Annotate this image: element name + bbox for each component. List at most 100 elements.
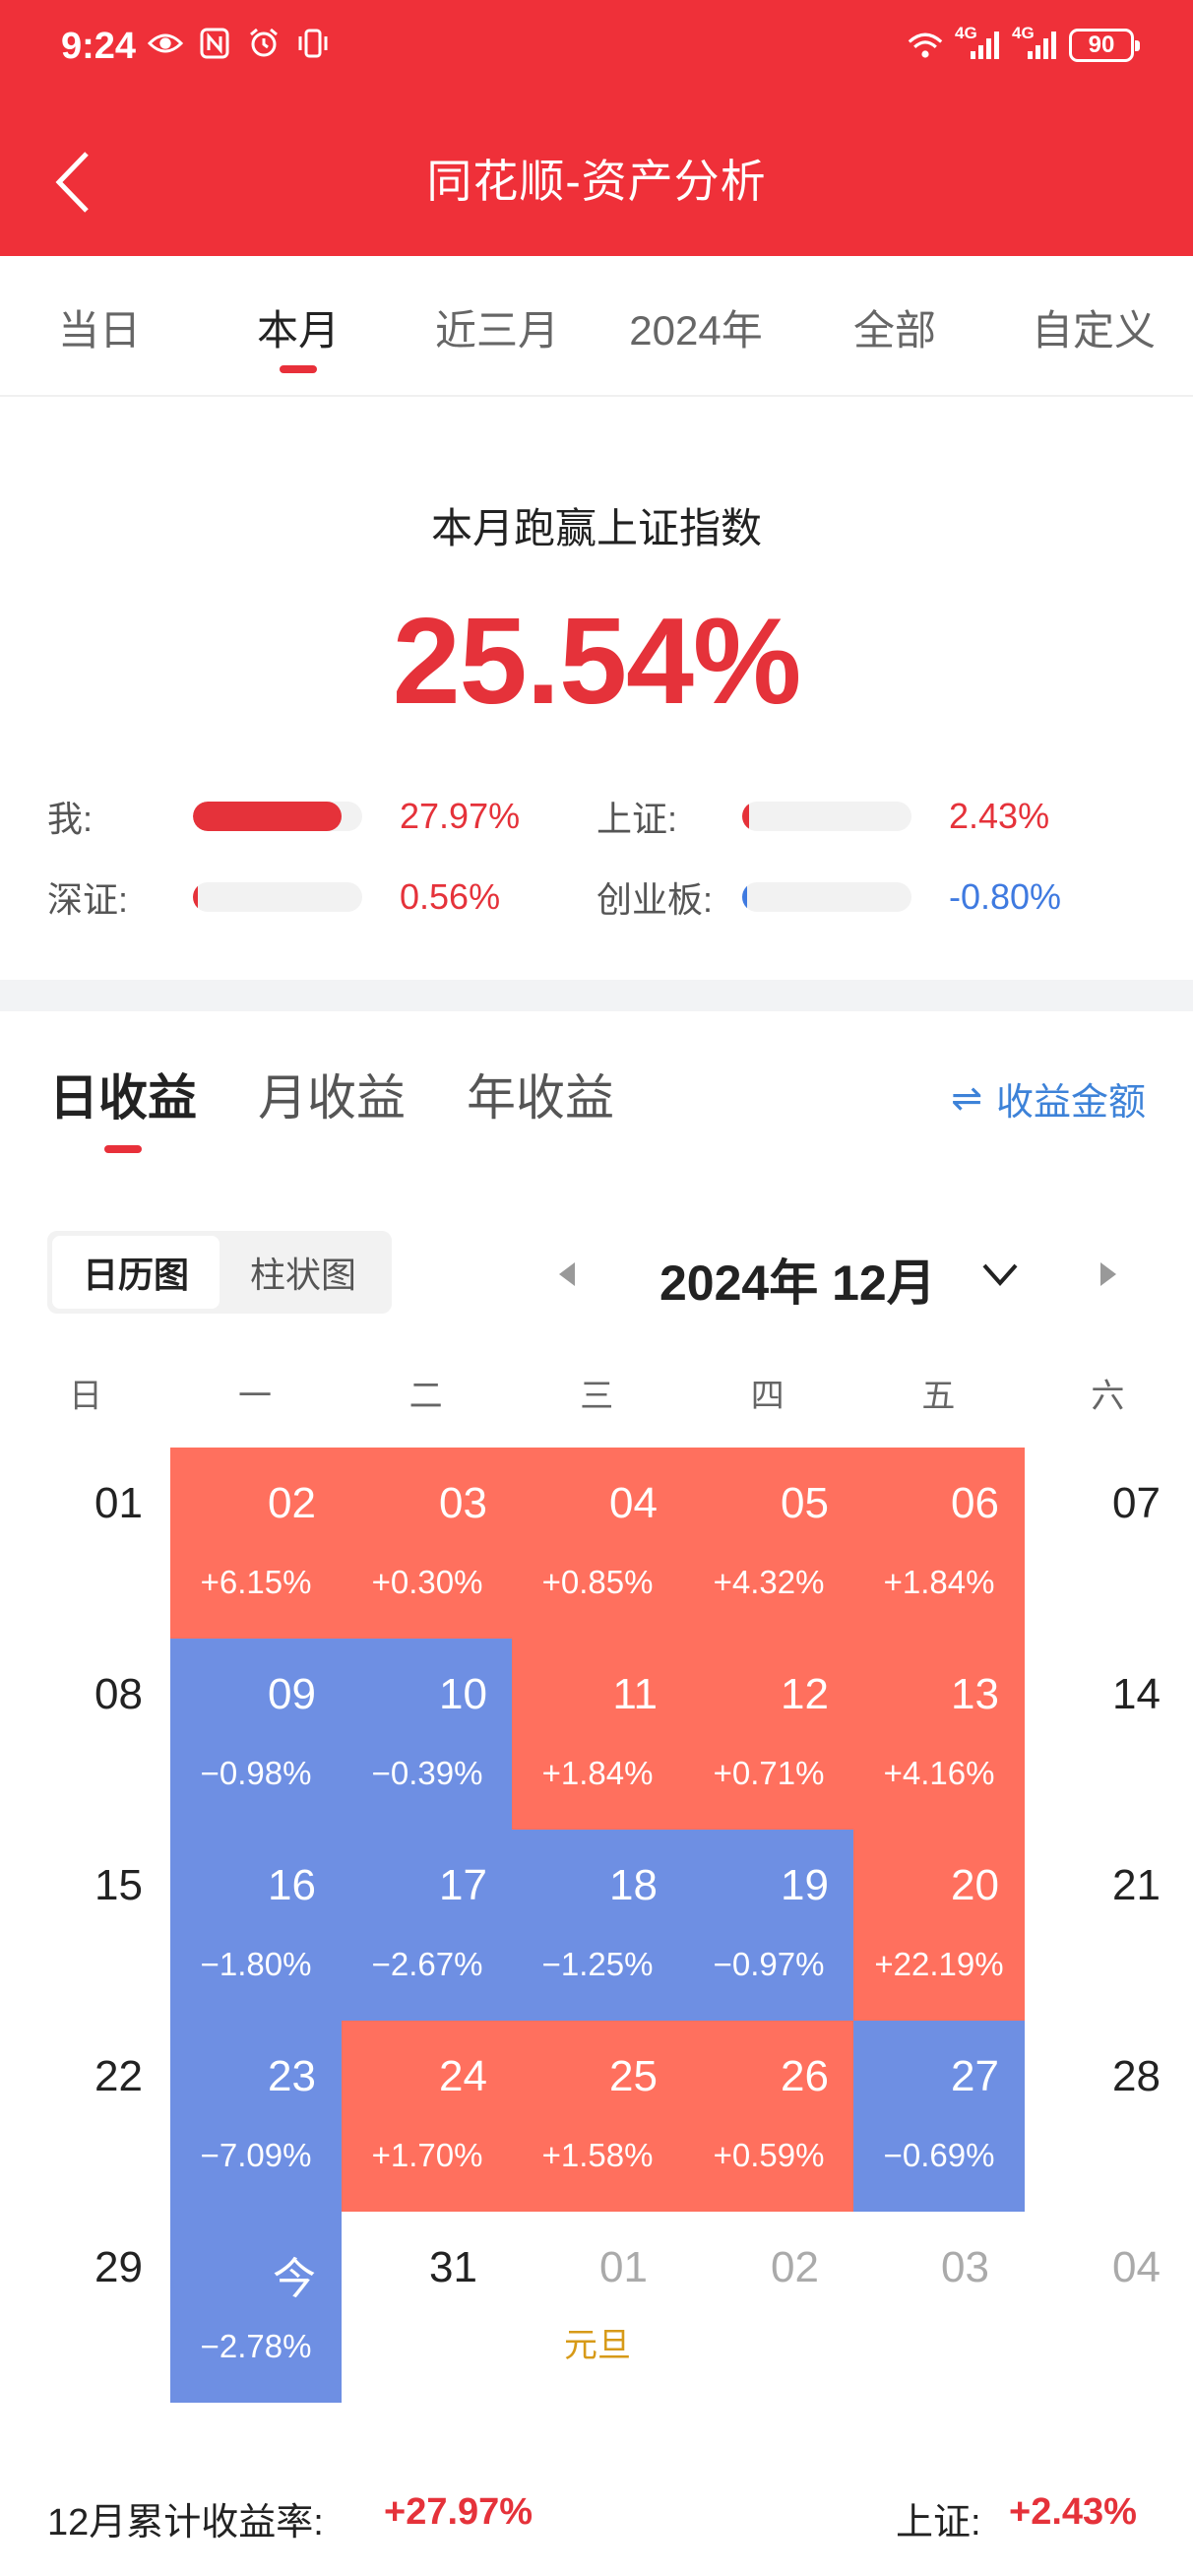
weekday-label: 三 bbox=[580, 1378, 614, 1415]
day-number: 29 bbox=[94, 2243, 143, 2291]
status-time: 9:24 bbox=[61, 26, 137, 67]
calendar-day[interactable]: 08 bbox=[0, 1639, 171, 1830]
summary-section: 本月跑赢上证指数 25.54% 我: 27.97% 上证: 2.43% 深证: … bbox=[0, 397, 1193, 980]
tab-this-month[interactable]: 本月 bbox=[199, 256, 398, 395]
day-number: 13 bbox=[951, 1670, 999, 1718]
day-number: 09 bbox=[268, 1670, 316, 1718]
calendar-day[interactable]: 03 bbox=[853, 2212, 1025, 2403]
cumulative-summary: 12月累计收益率: +27.97% 上证: +2.43% bbox=[0, 2491, 1193, 2576]
calendar-day[interactable]: 28 bbox=[1024, 2021, 1193, 2212]
calendar-day[interactable]: 20 +22.19% bbox=[853, 1830, 1025, 2021]
day-return: −0.98% bbox=[200, 1755, 312, 1791]
day-number: 19 bbox=[781, 1861, 829, 1909]
day-return: −0.69% bbox=[883, 2137, 995, 2173]
day-return: +1.84% bbox=[883, 1564, 995, 1600]
weekday-label: 二 bbox=[408, 1378, 443, 1415]
day-number: 06 bbox=[951, 1479, 999, 1527]
tab-three-months[interactable]: 近三月 bbox=[398, 256, 596, 395]
prev-month-button[interactable] bbox=[553, 1259, 583, 1289]
compare-bar-track bbox=[742, 882, 911, 912]
calendar-view-button[interactable]: 日历图 bbox=[52, 1236, 220, 1309]
tab-daily-return[interactable]: 日收益 bbox=[49, 1059, 197, 1153]
index-value: +2.43% bbox=[1009, 2491, 1137, 2533]
compare-bar-fill bbox=[742, 882, 748, 912]
network-type-2: 4G bbox=[1012, 24, 1035, 42]
next-month-button[interactable] bbox=[1093, 1259, 1122, 1289]
amount-toggle-button[interactable]: ⇌ 收益金额 bbox=[951, 1071, 1146, 1126]
cumulative-label: 12月累计收益率: bbox=[47, 2502, 324, 2544]
day-number: 04 bbox=[1112, 2243, 1161, 2291]
calendar-day[interactable]: 15 bbox=[0, 1830, 171, 2021]
calendar-day[interactable]: 22 bbox=[0, 2021, 171, 2212]
day-number: 08 bbox=[94, 1670, 143, 1718]
weekday-header: 日一二三四五六 bbox=[0, 1369, 1193, 1418]
calendar-day[interactable]: 16 −1.80% bbox=[170, 1830, 342, 2021]
calendar-day[interactable]: 12 +0.71% bbox=[683, 1639, 854, 1830]
bar-view-button[interactable]: 柱状图 bbox=[220, 1236, 387, 1309]
calendar-day[interactable]: 24 +1.70% bbox=[342, 2021, 513, 2212]
compare-value: -0.80% bbox=[949, 876, 1062, 917]
tab-today[interactable]: 当日 bbox=[0, 256, 199, 395]
calendar-day[interactable]: 今 −2.78% bbox=[170, 2212, 342, 2403]
calendar-day[interactable]: 17 −2.67% bbox=[342, 1830, 513, 2021]
month-label[interactable]: 2024年 12月 bbox=[659, 1244, 936, 1315]
cumulative-value: +27.97% bbox=[384, 2491, 534, 2533]
signal-icon-1: 4G bbox=[955, 24, 1000, 65]
day-number: 21 bbox=[1112, 1861, 1161, 1909]
nfc-icon bbox=[197, 24, 232, 63]
calendar-day[interactable]: 02 bbox=[683, 2212, 854, 2403]
calendar-day[interactable]: 25 +1.58% bbox=[512, 2021, 683, 2212]
calendar-day[interactable]: 01 元旦 bbox=[512, 2212, 683, 2403]
calendar-day[interactable]: 03 +0.30% bbox=[342, 1448, 513, 1639]
tab-monthly-return[interactable]: 月收益 bbox=[258, 1059, 406, 1129]
day-number: 07 bbox=[1112, 1479, 1161, 1527]
battery-indicator: 90 bbox=[1069, 29, 1140, 62]
compare-name: 深证: bbox=[47, 879, 129, 920]
day-number: 28 bbox=[1112, 2052, 1161, 2100]
day-return: −0.97% bbox=[713, 1946, 825, 1982]
calendar-day[interactable]: 05 +4.32% bbox=[683, 1448, 854, 1639]
tab-yearly-return[interactable]: 年收益 bbox=[467, 1059, 614, 1129]
amount-toggle-label: 收益金额 bbox=[995, 1082, 1146, 1124]
outperform-label: 本月跑赢上证指数 bbox=[430, 505, 762, 551]
calendar-day[interactable]: 01 bbox=[0, 1448, 171, 1639]
calendar-day[interactable]: 09 −0.98% bbox=[170, 1639, 342, 1830]
calendar-day[interactable]: 29 bbox=[0, 2212, 171, 2403]
calendar-day[interactable]: 04 +0.85% bbox=[512, 1448, 683, 1639]
compare-row-mine: 我: 27.97% bbox=[47, 791, 520, 842]
calendar-day[interactable]: 11 +1.84% bbox=[512, 1639, 683, 1830]
calendar-day[interactable]: 14 bbox=[1024, 1639, 1193, 1830]
alarm-icon bbox=[246, 24, 282, 63]
compare-bar-fill bbox=[193, 882, 199, 912]
calendar-day[interactable]: 31 bbox=[342, 2212, 513, 2403]
weekday-label: 一 bbox=[237, 1378, 272, 1415]
weekday-label: 四 bbox=[750, 1378, 785, 1415]
tab-all[interactable]: 全部 bbox=[795, 256, 994, 395]
month-dropdown-button[interactable] bbox=[978, 1257, 1022, 1293]
calendar-day[interactable]: 06 +1.84% bbox=[853, 1448, 1025, 1639]
compare-row-shanghai: 上证: 2.43% bbox=[596, 791, 1049, 842]
day-number: 10 bbox=[439, 1670, 487, 1718]
calendar-day[interactable]: 19 −0.97% bbox=[683, 1830, 854, 2021]
day-number: 25 bbox=[609, 2052, 658, 2100]
calendar-day[interactable]: 21 bbox=[1024, 1830, 1193, 2021]
calendar-day[interactable]: 27 −0.69% bbox=[853, 2021, 1025, 2212]
day-return: +1.70% bbox=[371, 2137, 483, 2173]
compare-row-shenzhen: 深证: 0.56% bbox=[47, 871, 500, 923]
calendar-day[interactable]: 26 +0.59% bbox=[683, 2021, 854, 2212]
calendar-day[interactable]: 07 bbox=[1024, 1448, 1193, 1639]
tab-year-2024[interactable]: 2024年 bbox=[596, 256, 795, 395]
calendar-day[interactable]: 04 bbox=[1024, 2212, 1193, 2403]
day-number: 03 bbox=[941, 2243, 989, 2291]
calendar-day[interactable]: 10 −0.39% bbox=[342, 1639, 513, 1830]
calendar-day[interactable]: 23 −7.09% bbox=[170, 2021, 342, 2212]
calendar-day[interactable]: 18 −1.25% bbox=[512, 1830, 683, 2021]
tab-custom[interactable]: 自定义 bbox=[994, 256, 1193, 395]
status-bar: 9:24 4G 4G 90 bbox=[0, 0, 1193, 98]
day-number: 22 bbox=[94, 2052, 143, 2100]
calendar-day[interactable]: 02 +6.15% bbox=[170, 1448, 342, 1639]
calendar-day[interactable]: 13 +4.16% bbox=[853, 1639, 1025, 1830]
weekday-label: 六 bbox=[1091, 1378, 1125, 1415]
compare-bar-fill bbox=[193, 802, 343, 831]
day-return: +1.58% bbox=[541, 2137, 654, 2173]
